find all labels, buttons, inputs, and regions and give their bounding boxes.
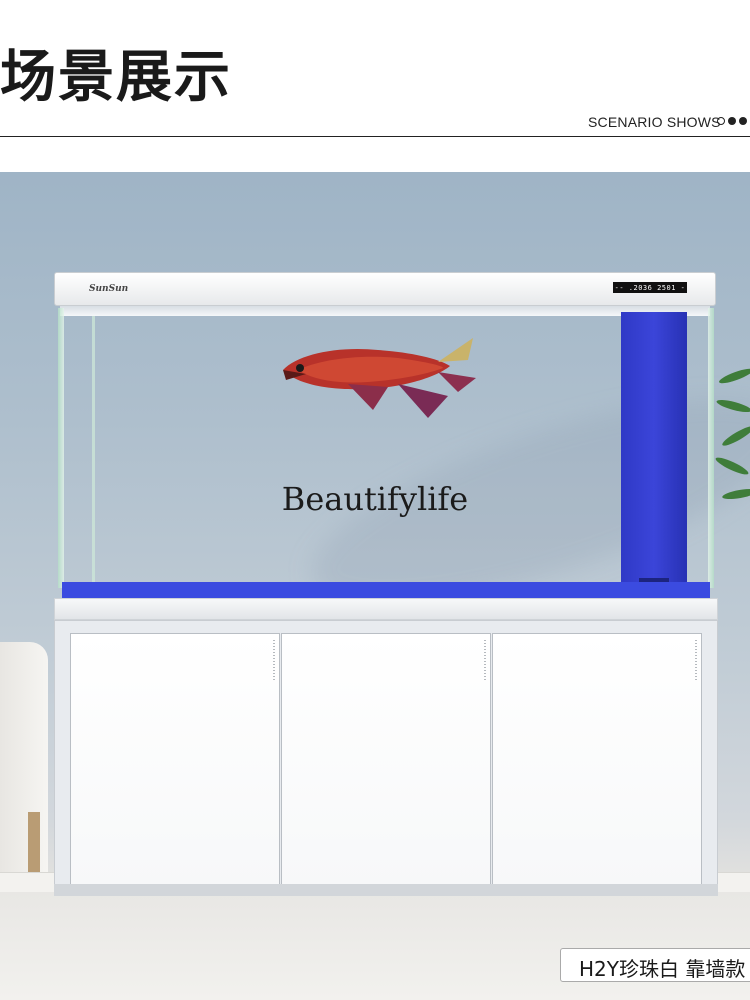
aquarium-cabinet xyxy=(54,620,718,890)
dot-filled-icon xyxy=(739,117,747,125)
header-divider xyxy=(0,136,750,137)
dot-outline-icon xyxy=(717,117,725,125)
door-label-icon xyxy=(695,640,697,680)
product-caption: H2Y珍珠白 靠墙款 xyxy=(560,948,750,982)
tank-base-frame xyxy=(54,598,718,620)
tank-bottom xyxy=(62,582,710,598)
cabinet-door-middle xyxy=(281,633,491,887)
glass-left-inner xyxy=(92,316,95,588)
product-caption-text: H2Y珍珠白 靠墙款 xyxy=(579,957,746,981)
display-readout: -- .2036 2501 - xyxy=(614,283,686,292)
page-title: 场景展示 xyxy=(0,45,232,110)
decorative-dots xyxy=(717,117,747,125)
floor xyxy=(0,892,750,1000)
glass-right xyxy=(708,308,714,588)
header: 场景展示 SCENARIO SHOWS xyxy=(0,0,750,172)
cabinet-door-left xyxy=(70,633,280,887)
aquarium-lid: SunSun -- .2036 2501 - xyxy=(54,272,716,306)
arowana-fish-icon xyxy=(283,338,476,418)
filter-column xyxy=(621,312,687,592)
glass-left xyxy=(58,308,64,588)
door-label-icon xyxy=(484,640,486,680)
lid-display-panel: -- .2036 2501 - xyxy=(613,282,687,293)
page-subtitle: SCENARIO SHOWS xyxy=(588,114,721,130)
brand-logo: SunSun xyxy=(89,284,129,294)
armchair-leg xyxy=(28,812,40,872)
cabinet-door-right xyxy=(492,633,702,887)
door-label-icon xyxy=(273,640,275,680)
dot-filled-icon xyxy=(728,117,736,125)
watermark-text: Beautifylife xyxy=(281,480,469,518)
product-scene-image: SunSun -- .2036 2501 - Beautifylife H2Y珍… xyxy=(0,172,750,1000)
cabinet-plinth xyxy=(54,884,718,896)
armchair xyxy=(0,642,48,872)
